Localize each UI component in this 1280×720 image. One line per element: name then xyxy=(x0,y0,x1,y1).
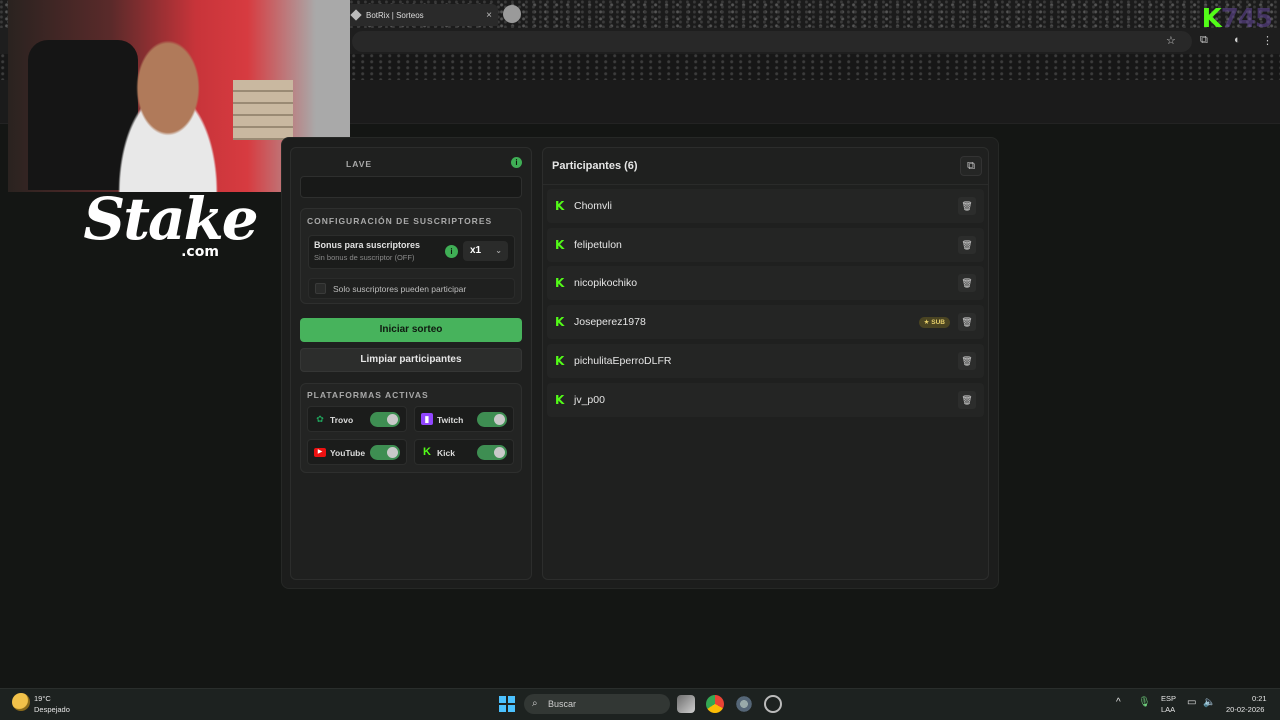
twitch-icon: ▮ xyxy=(421,413,433,425)
participant-row: K pichulitaEperroDLFR 🗑 xyxy=(547,344,984,378)
platform-card-youtube: ▶ YouTube xyxy=(307,439,407,465)
participant-row: K Joseperez1978 ★ SUB 🗑 xyxy=(547,305,984,339)
subscriber-config-title: CONFIGURACIÓN DE SUSCRIPTORES xyxy=(307,216,493,226)
menu-kebab-icon[interactable]: ⋮ xyxy=(1262,34,1273,47)
clear-participants-button[interactable]: Limpiar participantes xyxy=(300,348,522,372)
chevron-down-icon: ⌄ xyxy=(495,246,502,255)
start-giveaway-button[interactable]: Iniciar sorteo xyxy=(300,318,522,342)
kick-icon: K xyxy=(555,354,565,368)
search-icon: ⌕ xyxy=(532,698,538,709)
task-view-icon[interactable] xyxy=(677,695,695,713)
kick-icon: K xyxy=(555,199,565,213)
clock-date[interactable]: 20-02-2026 xyxy=(1226,705,1264,714)
participant-row: K nicopikochiko 🗑 xyxy=(547,266,984,300)
keyword-input[interactable] xyxy=(300,176,522,198)
subscriber-bonus-subtitle: Sin bonus de suscriptor (OFF) xyxy=(314,253,415,262)
webcam-streamer xyxy=(93,40,243,192)
participant-name: nicopikochiko xyxy=(574,277,638,289)
twitch-toggle[interactable] xyxy=(477,412,507,427)
sub-badge: ★ SUB xyxy=(918,317,950,328)
windows-start-icon[interactable] xyxy=(499,696,515,712)
trovo-icon: ✿ xyxy=(316,414,324,424)
youtube-icon: ▶ xyxy=(314,448,326,457)
kick-icon: K xyxy=(555,276,565,290)
microphone-icon[interactable]: 🎙 xyxy=(1138,697,1151,708)
kick-icon: K xyxy=(555,238,565,252)
platform-name: Trovo xyxy=(330,415,354,425)
youtube-toggle[interactable] xyxy=(370,445,400,460)
settings-gear-icon[interactable] xyxy=(735,695,753,713)
participant-name: Joseperez1978 xyxy=(574,316,646,328)
participant-row: K jv_p00 🗑 xyxy=(547,383,984,417)
obs-icon[interactable] xyxy=(764,695,782,713)
kick-toggle[interactable] xyxy=(477,445,507,460)
weather-moon-icon[interactable] xyxy=(12,693,30,711)
kick-icon: K xyxy=(423,446,431,458)
subs-only-checkbox[interactable] xyxy=(315,283,326,294)
trash-icon[interactable]: 🗑 xyxy=(958,236,976,254)
active-platforms-title: PLATAFORMAS ACTIVAS xyxy=(307,390,429,400)
platform-card-kick: K Kick xyxy=(414,439,514,465)
subscriber-bonus-title: Bonus para suscriptores xyxy=(314,240,421,250)
stake-logo-word: Stake xyxy=(83,185,258,253)
platform-name: YouTube xyxy=(330,448,366,458)
language-code[interactable]: ESP xyxy=(1161,694,1176,703)
keyboard-layout[interactable]: LAA xyxy=(1161,705,1175,714)
subs-only-label: Solo suscriptores pueden participar xyxy=(333,284,467,294)
extensions-icon[interactable]: ⧉ xyxy=(1200,34,1208,47)
profile-icon[interactable]: ◐ xyxy=(1234,34,1241,46)
participant-row: K Chomvli 🗑 xyxy=(547,189,984,223)
chrome-icon[interactable] xyxy=(706,695,724,713)
bonus-info-icon[interactable]: i xyxy=(445,245,458,258)
tab-close-icon[interactable]: × xyxy=(486,10,492,21)
bonus-multiplier-value: x1 xyxy=(470,245,482,256)
tab-favicon-icon xyxy=(350,9,362,21)
participants-title: Participantes (6) xyxy=(552,160,638,172)
bookmark-star-icon[interactable]: ☆ xyxy=(1166,34,1176,47)
keyword-info-icon[interactable]: i xyxy=(511,157,522,168)
participant-name: jv_p00 xyxy=(574,394,605,406)
address-bar[interactable] xyxy=(352,31,1192,52)
participant-name: felipetulon xyxy=(574,239,622,251)
participant-name: pichulitaEperroDLFR xyxy=(574,355,672,367)
participant-name: Chomvli xyxy=(574,200,612,212)
participants-divider xyxy=(543,184,988,185)
volume-icon[interactable]: 🔈 xyxy=(1203,697,1215,708)
taskbar-search-placeholder: Buscar xyxy=(548,699,577,709)
clock-time[interactable]: 0:21 xyxy=(1252,694,1267,703)
new-tab-button[interactable] xyxy=(503,5,521,23)
platform-card-twitch: ▮ Twitch xyxy=(414,406,514,432)
sub-badge-label: SUB xyxy=(931,319,945,326)
trash-icon[interactable]: 🗑 xyxy=(958,391,976,409)
kick-icon: K xyxy=(555,315,565,329)
platform-name: Twitch xyxy=(437,415,464,425)
taskbar-search[interactable]: ⌕ Buscar xyxy=(524,694,670,714)
weather-temperature: 19°C xyxy=(34,694,51,703)
participant-row: K felipetulon 🗑 xyxy=(547,228,984,262)
trash-icon[interactable]: 🗑 xyxy=(958,352,976,370)
browser-tab[interactable]: BotRix | Sorteos × xyxy=(346,4,498,26)
kick-icon: K xyxy=(555,393,565,407)
trash-icon[interactable]: 🗑 xyxy=(958,197,976,215)
trovo-toggle[interactable] xyxy=(370,412,400,427)
keyword-label: LAVE xyxy=(346,159,373,169)
stake-logo: Stake .com xyxy=(82,190,258,280)
weather-description: Despejado xyxy=(34,705,70,714)
bonus-multiplier-select[interactable]: x1 ⌄ xyxy=(463,241,508,261)
network-icon[interactable]: ▭ xyxy=(1187,697,1196,708)
platform-card-trovo: ✿ Trovo xyxy=(307,406,407,432)
tab-title: BotRix | Sorteos xyxy=(366,10,424,20)
trash-icon[interactable]: 🗑 xyxy=(958,274,976,292)
trash-icon[interactable]: 🗑 xyxy=(958,313,976,331)
platform-name: Kick xyxy=(437,448,455,458)
copy-list-icon[interactable]: ⧉ xyxy=(960,156,982,176)
tray-chevron-up-icon[interactable]: ^ xyxy=(1116,697,1121,708)
